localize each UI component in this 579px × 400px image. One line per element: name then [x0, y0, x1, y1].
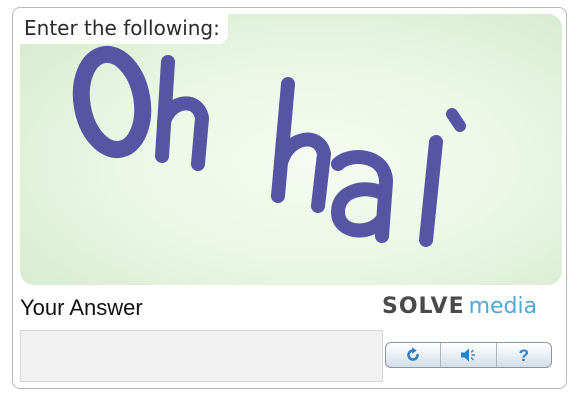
glyph-h-1 — [155, 55, 209, 171]
answer-input[interactable] — [20, 330, 383, 382]
help-button[interactable]: ? — [497, 343, 551, 367]
glyph-h-2 — [271, 77, 331, 213]
audio-button[interactable] — [441, 343, 497, 367]
help-icon: ? — [518, 345, 530, 365]
refresh-button[interactable] — [386, 343, 442, 367]
glyph-i — [419, 108, 466, 247]
captcha-instruction: Enter the following: — [20, 14, 228, 44]
captcha-challenge-graphic — [72, 45, 466, 247]
glyph-O — [72, 45, 152, 159]
refresh-icon — [407, 347, 419, 361]
speaker-icon — [461, 348, 476, 362]
captcha-image — [20, 14, 562, 285]
brand-media: media — [468, 294, 538, 319]
brand-solve: SOLVE — [382, 294, 465, 319]
captcha-glyphs — [72, 45, 466, 247]
glyph-a — [331, 150, 393, 243]
solve-media-logo: SOLVE media — [382, 292, 537, 322]
captcha-controls: ? — [385, 342, 552, 368]
answer-label: Your Answer — [20, 295, 143, 320]
